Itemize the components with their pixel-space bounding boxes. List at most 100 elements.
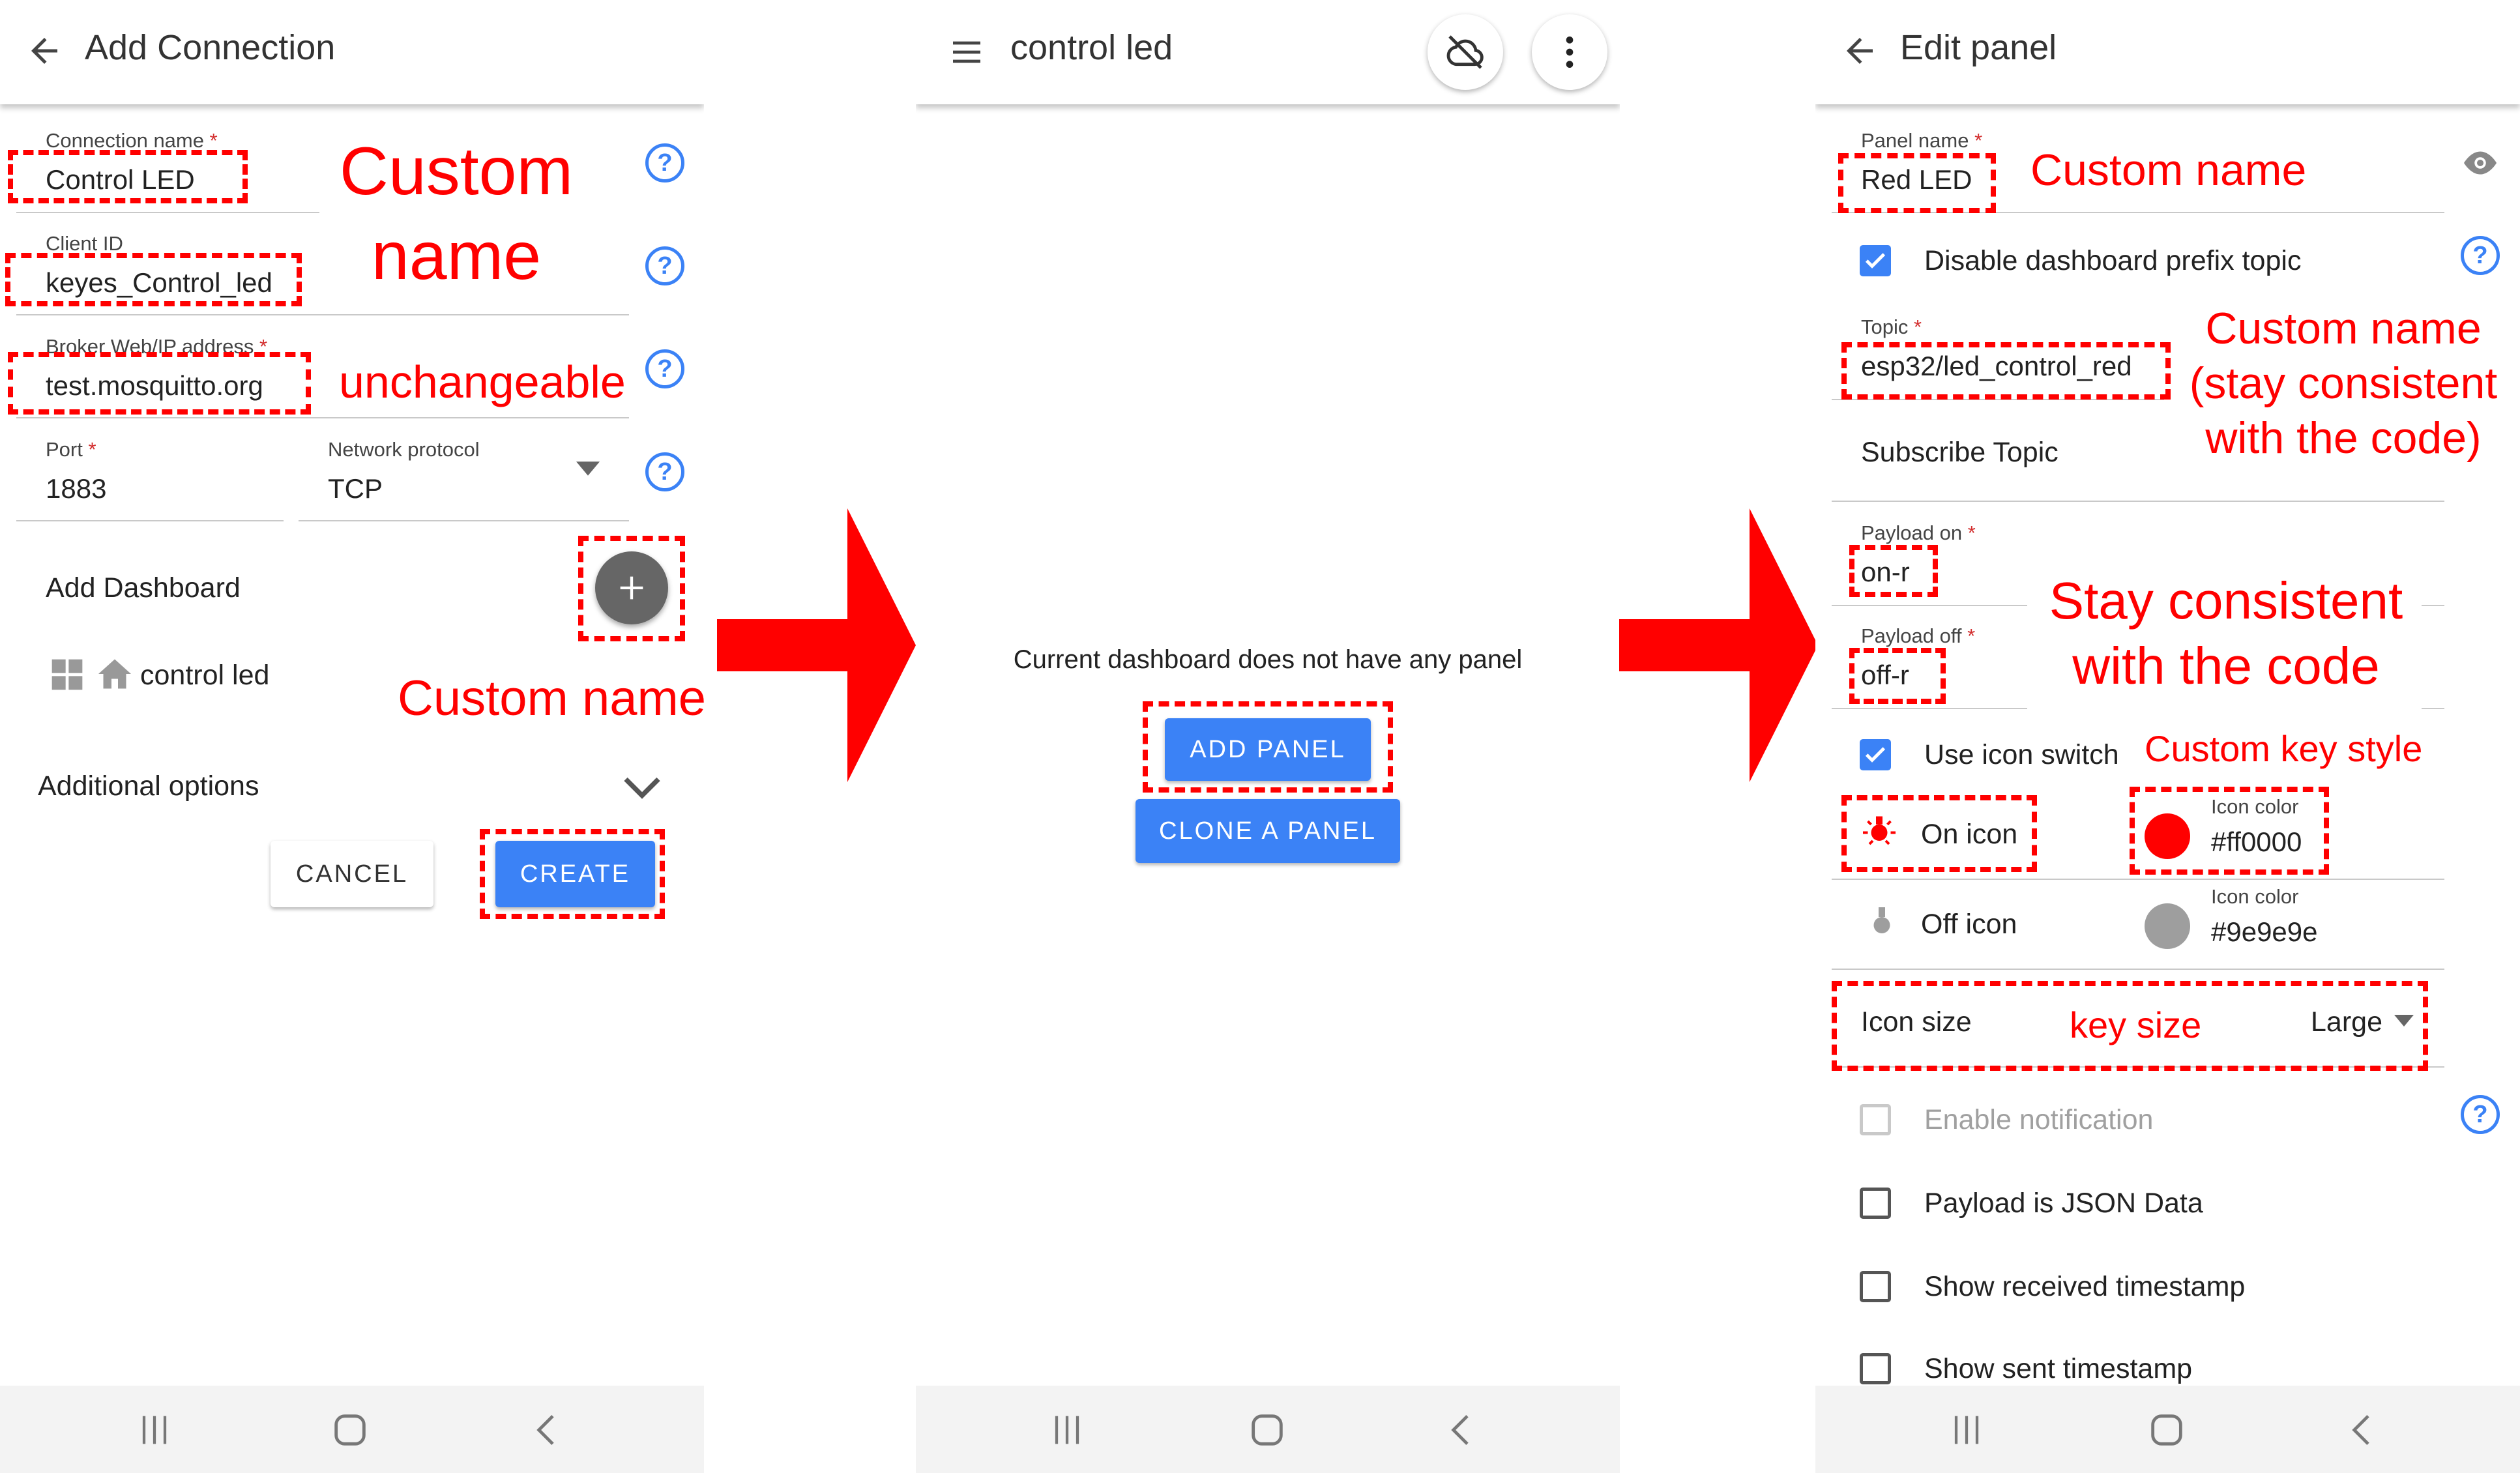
page-title: control led bbox=[1010, 28, 1173, 67]
home-button-icon[interactable] bbox=[2146, 1409, 2188, 1451]
show-received-checkbox[interactable] bbox=[1860, 1271, 1891, 1302]
lightbulb-off-icon[interactable] bbox=[1869, 901, 1895, 940]
recent-apps-icon[interactable] bbox=[134, 1409, 175, 1451]
highlight-on-icon bbox=[1841, 795, 2037, 872]
annotation-topic: Custom name (stay consistent with the co… bbox=[2189, 304, 2498, 463]
app-bar: control led bbox=[916, 0, 1620, 104]
subscribe-topic-label[interactable]: Subscribe Topic bbox=[1861, 437, 2058, 469]
highlight-broker bbox=[8, 352, 311, 415]
dropdown-arrow-icon[interactable] bbox=[576, 461, 600, 476]
highlight-connection-name bbox=[8, 150, 248, 203]
protocol-select[interactable]: TCP bbox=[328, 473, 383, 504]
highlight-add-dashboard bbox=[578, 536, 685, 641]
annotation-unchangeable: unchangeable bbox=[339, 357, 626, 407]
help-icon[interactable]: ? bbox=[2461, 236, 2500, 275]
help-icon[interactable]: ? bbox=[645, 452, 684, 491]
help-icon[interactable]: ? bbox=[645, 349, 684, 388]
dashboard-screen: control led Current dashboard does not h… bbox=[916, 0, 1620, 1473]
off-icon-label[interactable]: Off icon bbox=[1921, 909, 2017, 941]
highlight-client-id bbox=[5, 253, 302, 306]
dashboard-item-label[interactable]: control led bbox=[140, 660, 269, 692]
port-underline bbox=[16, 520, 284, 521]
payload-off-underline bbox=[1832, 708, 2027, 709]
annotation-custom-name-dashboard: Custom name bbox=[398, 671, 704, 726]
home-icon bbox=[98, 659, 131, 689]
check-icon bbox=[1865, 253, 1886, 269]
nav-back-icon[interactable] bbox=[2342, 1409, 2384, 1451]
use-icon-switch-checkbox[interactable] bbox=[1860, 739, 1891, 770]
highlight-topic bbox=[1841, 342, 2171, 400]
help-icon[interactable]: ? bbox=[645, 143, 684, 182]
show-sent-label: Show sent timestamp bbox=[1924, 1353, 2193, 1384]
home-button-icon[interactable] bbox=[329, 1409, 371, 1451]
client-id-underline bbox=[16, 314, 629, 315]
disable-prefix-checkbox[interactable] bbox=[1860, 245, 1891, 276]
cloud-off-button[interactable] bbox=[1428, 14, 1503, 90]
chevron-down-icon[interactable] bbox=[623, 774, 662, 800]
more-options-button[interactable] bbox=[1532, 14, 1607, 90]
help-icon[interactable]: ? bbox=[2461, 1095, 2500, 1134]
client-id-label: Client ID bbox=[46, 232, 123, 255]
off-color-swatch[interactable] bbox=[2145, 903, 2190, 949]
back-arrow-icon[interactable] bbox=[25, 31, 64, 70]
on-icon-underline bbox=[1832, 879, 2141, 880]
home-button-icon[interactable] bbox=[1246, 1409, 1288, 1451]
annotation-custom-name: Custom name bbox=[2030, 145, 2307, 195]
nav-back-icon[interactable] bbox=[527, 1409, 568, 1451]
menu-icon[interactable] bbox=[948, 34, 985, 70]
help-icon[interactable]: ? bbox=[645, 246, 684, 285]
port-input[interactable]: 1883 bbox=[46, 473, 106, 504]
topic-label: Topic * bbox=[1861, 315, 1922, 338]
protocol-label: Network protocol bbox=[328, 438, 480, 461]
clone-panel-button[interactable]: CLONE A PANEL bbox=[1135, 799, 1400, 863]
highlight-add-panel bbox=[1143, 701, 1393, 793]
off-icon-color-label: Icon color bbox=[2211, 885, 2299, 908]
nav-back-icon[interactable] bbox=[1441, 1409, 1483, 1451]
arrow-right-icon bbox=[717, 508, 916, 782]
highlight-on-color bbox=[2130, 787, 2329, 875]
off-icon-underline bbox=[1832, 969, 2141, 970]
connection-name-label: Connection name * bbox=[46, 129, 218, 152]
cancel-button[interactable]: CANCEL bbox=[271, 841, 433, 907]
payload-on-underline-end bbox=[2422, 605, 2444, 606]
system-nav-bar bbox=[1815, 1386, 2520, 1473]
cloud-off-icon bbox=[1446, 35, 1484, 69]
recent-apps-icon[interactable] bbox=[1046, 1409, 1088, 1451]
on-color-underline bbox=[2132, 879, 2444, 880]
add-dashboard-label: Add Dashboard bbox=[46, 572, 241, 604]
recent-apps-icon[interactable] bbox=[1946, 1409, 1987, 1451]
visibility-icon[interactable] bbox=[2461, 147, 2500, 179]
payload-on-underline bbox=[1832, 605, 2027, 606]
back-arrow-icon[interactable] bbox=[1840, 31, 1879, 70]
page-title: Edit panel bbox=[1900, 28, 2057, 67]
off-color-underline bbox=[2132, 969, 2444, 970]
highlight-create bbox=[480, 829, 665, 919]
edit-panel-screen: Edit panel Panel name * Red LED Disable … bbox=[1815, 0, 2520, 1473]
enable-notification-checkbox[interactable] bbox=[1860, 1104, 1891, 1135]
check-icon bbox=[1865, 747, 1886, 763]
payload-json-checkbox[interactable] bbox=[1860, 1188, 1891, 1219]
panel-name-label: Panel name * bbox=[1861, 129, 1983, 152]
off-icon-color-value[interactable]: #9e9e9e bbox=[2211, 916, 2318, 948]
additional-options-label[interactable]: Additional options bbox=[38, 770, 259, 802]
port-label: Port * bbox=[46, 438, 96, 461]
show-received-label: Show received timestamp bbox=[1924, 1271, 2246, 1302]
app-bar: Edit panel bbox=[1815, 0, 2520, 104]
page-title: Add Connection bbox=[85, 28, 336, 67]
payload-off-label: Payload off * bbox=[1861, 624, 1976, 647]
payload-json-label: Payload is JSON Data bbox=[1924, 1188, 2203, 1219]
arrow-right-icon bbox=[1619, 508, 1818, 782]
annotation-payload: Stay consistent with the code bbox=[2049, 572, 2403, 695]
payload-on-label: Payload on * bbox=[1861, 521, 1976, 544]
dashboard-icon bbox=[51, 659, 83, 690]
disable-prefix-label: Disable dashboard prefix topic bbox=[1924, 245, 2302, 276]
show-sent-checkbox[interactable] bbox=[1860, 1353, 1891, 1384]
connection-name-underline bbox=[16, 212, 319, 213]
annotation-key-size: key size bbox=[2070, 1004, 2202, 1045]
add-connection-screen: Add Connection Connection name * Control… bbox=[0, 0, 704, 1473]
annotation-key-style: Custom key style bbox=[2145, 728, 2423, 769]
system-nav-bar bbox=[916, 1386, 1620, 1473]
highlight-payload-on bbox=[1849, 545, 1938, 597]
highlight-panel-name bbox=[1838, 153, 1996, 213]
empty-dashboard-message: Current dashboard does not have any pane… bbox=[1013, 645, 1523, 674]
